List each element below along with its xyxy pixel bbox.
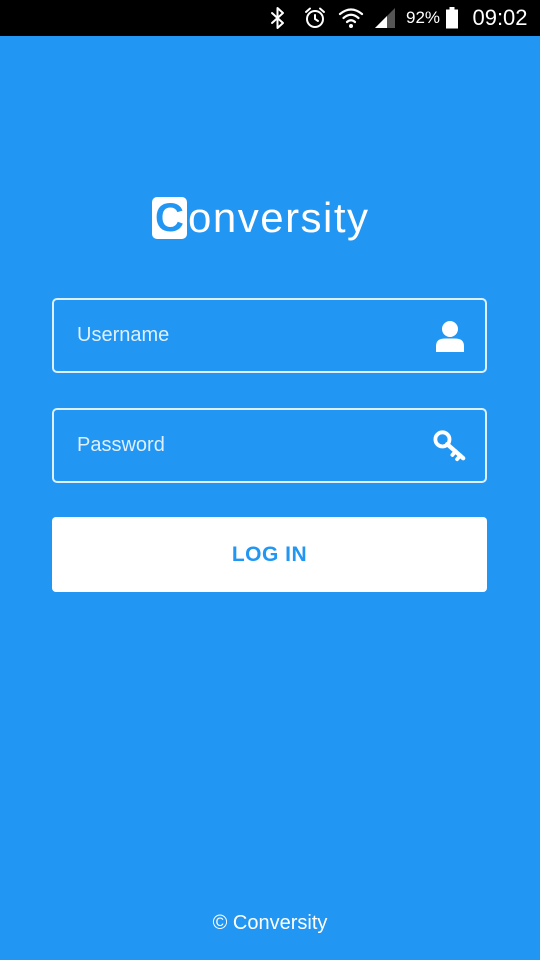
logo-wordmark: onversity <box>188 194 370 241</box>
bluetooth-icon <box>266 0 290 36</box>
battery-icon <box>443 0 461 36</box>
key-icon <box>433 429 467 463</box>
wifi-icon <box>337 0 365 36</box>
alarm-icon <box>302 0 328 36</box>
logo-letter-badge: C <box>152 197 187 239</box>
password-input[interactable] <box>54 410 485 481</box>
user-icon <box>433 319 467 353</box>
login-button[interactable]: LOG IN <box>52 517 487 592</box>
username-input[interactable] <box>54 300 485 371</box>
signal-icon <box>371 0 399 36</box>
copyright-footer: © Conversity <box>212 912 328 934</box>
status-time: 09:02 <box>472 5 528 30</box>
battery-percent: 92% <box>405 8 441 27</box>
app-logo: C onversity <box>152 188 370 248</box>
password-field[interactable] <box>52 408 487 483</box>
username-field[interactable] <box>52 298 487 373</box>
status-bar: 92% 09:02 <box>0 0 540 36</box>
